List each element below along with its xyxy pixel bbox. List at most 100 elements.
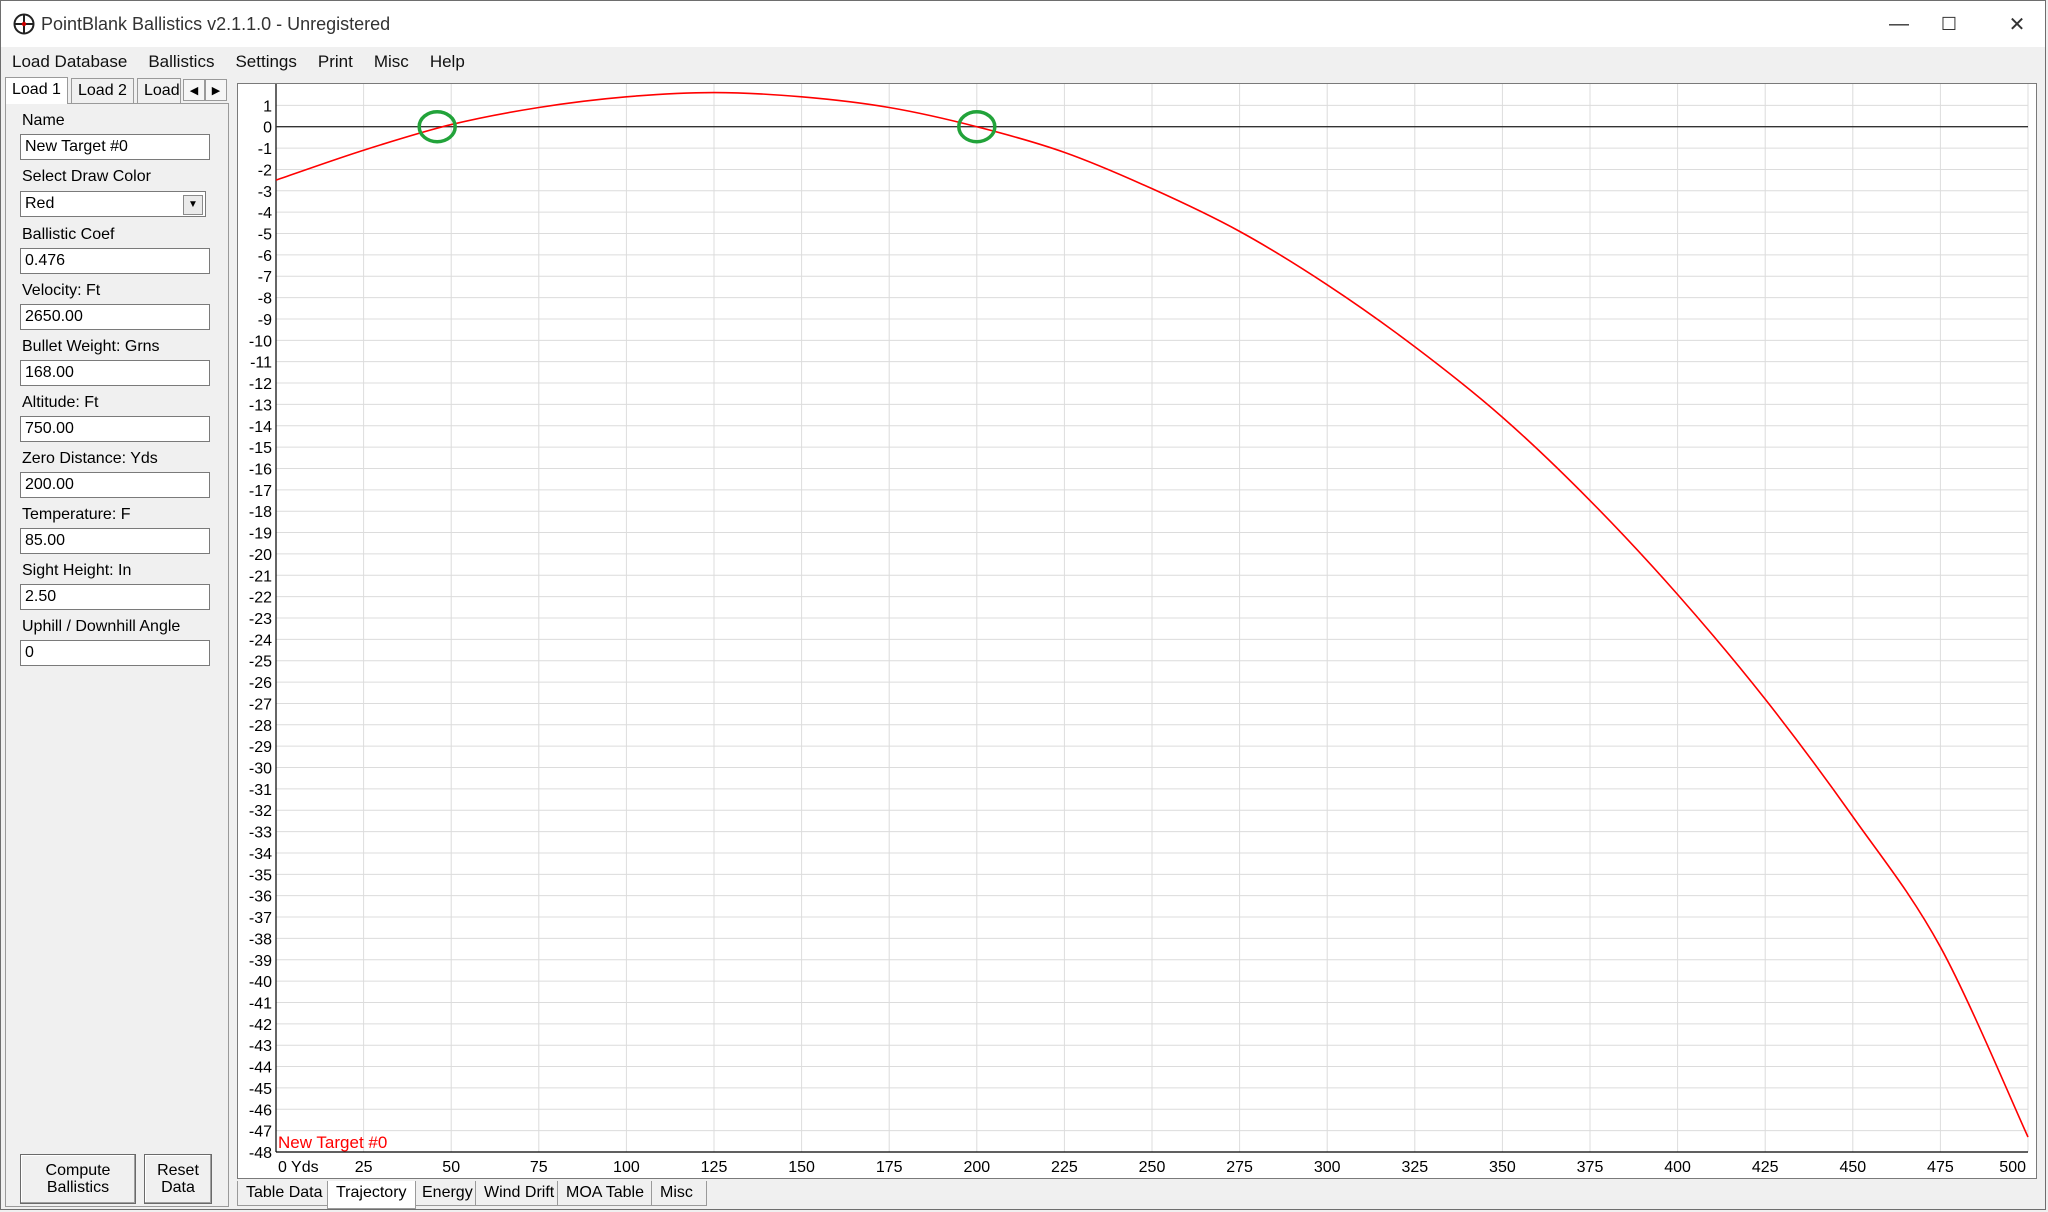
- y-tick-label: -22: [249, 590, 272, 607]
- y-tick-label: -37: [249, 910, 272, 927]
- y-tick-label: -11: [250, 355, 272, 372]
- menu-misc[interactable]: Misc: [363, 47, 419, 77]
- y-tick-label: -46: [249, 1102, 272, 1119]
- bullet-weight-input[interactable]: 168.00: [20, 360, 210, 386]
- menu-print[interactable]: Print: [307, 47, 363, 77]
- name-input[interactable]: New Target #0: [20, 134, 210, 160]
- x-tick-label: 275: [1226, 1159, 1253, 1176]
- altitude-label: Altitude: Ft: [22, 394, 99, 411]
- x-tick-label: 450: [1839, 1159, 1866, 1176]
- reset-data-button[interactable]: Reset Data: [144, 1154, 212, 1204]
- y-tick-label: -4: [258, 205, 272, 222]
- y-tick-label: -2: [258, 162, 272, 179]
- y-tick-label: -6: [258, 248, 272, 265]
- draw-color-label: Select Draw Color: [22, 168, 151, 185]
- tab-load-3[interactable]: Load: [137, 78, 181, 103]
- y-tick-label: -25: [249, 654, 272, 671]
- tab-scroll-right-icon[interactable]: ▶: [205, 79, 227, 101]
- x-tick-label: 25: [355, 1159, 373, 1176]
- menu-ballistics[interactable]: Ballistics: [137, 47, 224, 77]
- y-tick-label: -38: [249, 931, 272, 948]
- draw-color-select[interactable]: Red ▼: [20, 191, 206, 217]
- x-tick-label: 325: [1401, 1159, 1428, 1176]
- tab-misc[interactable]: Misc: [651, 1181, 707, 1206]
- y-tick-label: -43: [249, 1038, 272, 1055]
- sight-height-input[interactable]: 2.50: [20, 584, 210, 610]
- y-tick-label: -24: [249, 632, 272, 649]
- y-tick-label: -17: [249, 483, 272, 500]
- y-tick-label: -47: [249, 1124, 272, 1141]
- crosshair-app-icon: [13, 13, 35, 35]
- x-tick-label: 200: [963, 1159, 990, 1176]
- y-tick-label: -35: [249, 867, 272, 884]
- menu-help[interactable]: Help: [419, 47, 475, 77]
- y-tick-label: -19: [249, 526, 272, 543]
- load-parameters-panel: Name New Target #0 Select Draw Color Red…: [5, 103, 229, 1207]
- x-tick-label: 150: [788, 1159, 815, 1176]
- view-tabs: Table Data Trajectory Energy Wind Drift …: [237, 1181, 1037, 1209]
- x-tick-label: 375: [1577, 1159, 1604, 1176]
- y-tick-label: -18: [249, 504, 272, 521]
- tab-scroll-left-icon[interactable]: ◀: [183, 79, 205, 101]
- draw-color-value: Red: [25, 195, 55, 212]
- y-tick-label: -5: [258, 227, 272, 244]
- sight-height-label: Sight Height: In: [22, 562, 132, 579]
- velocity-input[interactable]: 2650.00: [20, 304, 210, 330]
- y-tick-label: -29: [249, 739, 272, 756]
- y-tick-label: -40: [249, 974, 272, 991]
- y-tick-label: -20: [249, 547, 272, 564]
- angle-input[interactable]: 0: [20, 640, 210, 666]
- y-tick-label: -9: [258, 312, 272, 329]
- trajectory-chart: -48-47-46-45-44-43-42-41-40-39-38-37-36-…: [249, 84, 2029, 1176]
- compute-ballistics-button[interactable]: Compute Ballistics: [20, 1154, 136, 1204]
- title-bar[interactable]: PointBlank Ballistics v2.1.1.0 - Unregis…: [1, 1, 2045, 47]
- chevron-down-icon[interactable]: ▼: [183, 195, 203, 215]
- y-tick-label: -10: [249, 333, 272, 350]
- y-tick-label: -30: [249, 761, 272, 778]
- close-button[interactable]: ✕: [1987, 1, 2047, 47]
- trajectory-chart-frame: -48 -47 -46 -45 -44 -43 -42 -41 -40 -39 -38 -37 -36-…: [237, 83, 2037, 1179]
- y-tick-label: -44: [249, 1060, 272, 1077]
- tab-wind-drift[interactable]: Wind Drift: [475, 1181, 564, 1206]
- load-tabs: Load 1 Load 2 Load ◀ ▶: [5, 77, 231, 104]
- tab-trajectory[interactable]: Trajectory: [327, 1181, 416, 1209]
- tab-energy[interactable]: Energy: [413, 1181, 482, 1206]
- ballistic-coef-label: Ballistic Coef: [22, 226, 115, 243]
- tab-load-1[interactable]: Load 1: [5, 77, 68, 104]
- y-tick-label: -33: [249, 825, 272, 842]
- zero-distance-input[interactable]: 200.00: [20, 472, 210, 498]
- angle-label: Uphill / Downhill Angle: [22, 618, 181, 635]
- y-tick-label: -42: [249, 1017, 272, 1034]
- altitude-input[interactable]: 750.00: [20, 416, 210, 442]
- y-tick-label: -1: [258, 141, 272, 158]
- y-tick-label: -14: [249, 419, 272, 436]
- y-tick-label: -23: [249, 611, 272, 628]
- y-tick-label: -28: [249, 718, 272, 735]
- maximize-button[interactable]: ☐: [1919, 1, 1979, 47]
- y-tick-label: -12: [249, 376, 272, 393]
- tab-table-data[interactable]: Table Data: [237, 1181, 332, 1206]
- y-tick-label: -3: [258, 184, 272, 201]
- ballistic-coef-input[interactable]: 0.476: [20, 248, 210, 274]
- tab-moa-table[interactable]: MOA Table: [557, 1181, 653, 1206]
- y-tick-label: -26: [249, 675, 272, 692]
- y-tick-label: -32: [249, 803, 272, 820]
- menu-settings[interactable]: Settings: [224, 47, 306, 77]
- x-tick-label: 75: [530, 1159, 548, 1176]
- y-tick-label: -39: [249, 953, 272, 970]
- zero-distance-label: Zero Distance: Yds: [22, 450, 158, 467]
- x-tick-label: 125: [701, 1159, 728, 1176]
- compute-button-line2: Ballistics: [46, 1179, 110, 1196]
- window-title: PointBlank Ballistics v2.1.1.0 - Unregis…: [41, 14, 391, 34]
- x-tick-label: 100: [613, 1159, 640, 1176]
- y-tick-label: -36: [249, 889, 272, 906]
- temperature-input[interactable]: 85.00: [20, 528, 210, 554]
- x-tick-label: 475: [1927, 1159, 1954, 1176]
- y-tick-label: -15: [249, 440, 272, 457]
- y-tick-label: -41: [249, 995, 272, 1012]
- x-tick-label: 425: [1752, 1159, 1779, 1176]
- tab-load-2[interactable]: Load 2: [71, 78, 134, 103]
- x-tick-label: 500: [1999, 1159, 2026, 1176]
- menu-bar: Load Database Ballistics Settings Print …: [1, 47, 2045, 77]
- menu-load-database[interactable]: Load Database: [1, 47, 137, 77]
